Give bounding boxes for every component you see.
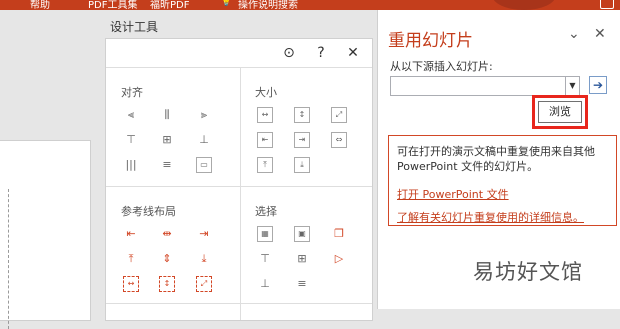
align-top-icon[interactable]: ⊤	[123, 132, 139, 148]
guide-center-h-icon[interactable]: ⇹	[159, 226, 175, 242]
tell-me-search[interactable]: 操作说明搜索	[238, 0, 298, 10]
guide-center-v-icon[interactable]: ⇕	[159, 251, 175, 267]
guide-right-icon[interactable]: ⇥	[196, 226, 212, 242]
placeholder-border	[0, 189, 9, 329]
guide-top-icon[interactable]: ⤒	[123, 251, 139, 267]
divider	[106, 186, 372, 187]
guide-left-icon[interactable]: ⇤	[123, 226, 139, 242]
match-bottom-height-icon[interactable]: ⤓	[294, 157, 310, 173]
align-right-icon[interactable]: ⫸	[196, 107, 212, 123]
align-bottom-icon[interactable]: ⊥	[196, 132, 212, 148]
align-left-icon[interactable]: ⫷	[123, 107, 139, 123]
divider	[240, 67, 241, 320]
same-height-icon[interactable]: ↕	[294, 107, 310, 123]
section-select: 选择	[255, 205, 277, 218]
watermark: 易坊好文馆	[473, 260, 583, 284]
design-tools-title: 设计工具	[110, 20, 159, 34]
select-cursor-icon[interactable]: ▷	[331, 251, 347, 267]
info-text: 可在打开的演示文稿中重复使用来自其他 PowerPoint 文件的幻灯片。	[397, 145, 595, 173]
guide-margin-h-icon[interactable]: ↔	[123, 276, 139, 292]
align-center-icon[interactable]: ⫼	[159, 107, 175, 123]
select-bottom-icon[interactable]: ⊥	[257, 276, 273, 292]
source-input[interactable]	[390, 76, 566, 96]
tab-help[interactable]: 帮助	[30, 0, 50, 10]
align-middle-icon[interactable]: ⊞	[159, 132, 175, 148]
tab-pdf-tools[interactable]: PDF工具集	[88, 0, 137, 10]
slide-workspace	[0, 10, 103, 329]
help-icon[interactable]: ?	[312, 44, 330, 62]
lightbulb-icon: 💡	[220, 0, 233, 7]
tab-foxit-pdf[interactable]: 福昕PDF	[150, 0, 189, 10]
section-align: 对齐	[121, 86, 143, 99]
select-middle-icon[interactable]: ⊞	[294, 251, 310, 267]
select-baseline-icon[interactable]: ≡	[294, 276, 310, 292]
design-tools-panel: 设计工具 ⊙ ? ✕ 对齐 ⫷ ⫼ ⫸ ⊤ ⊞ ⊥ ||| ≡ ▭ 大小 ↔ ↕…	[103, 10, 375, 321]
learn-more-link[interactable]: 了解有关幻灯片重复使用的详细信息。	[397, 209, 584, 225]
guide-margin-all-icon[interactable]: ⤢	[196, 276, 212, 292]
select-same-size-icon[interactable]: ▣	[294, 226, 310, 242]
stretch-width-icon[interactable]: ⇔	[331, 132, 347, 148]
arrow-right-icon[interactable]: ➔	[589, 76, 607, 94]
info-box: 可在打开的演示文稿中重复使用来自其他 PowerPoint 文件的幻灯片。 打开…	[388, 135, 617, 226]
distribute-vertical-icon[interactable]: ≡	[159, 157, 175, 173]
close-icon[interactable]: ✕	[594, 26, 606, 42]
same-width-icon[interactable]: ↔	[257, 107, 273, 123]
open-file-link[interactable]: 打开 PowerPoint 文件	[397, 186, 509, 202]
browse-button[interactable]: 浏览	[538, 101, 582, 123]
close-icon[interactable]: ✕	[344, 44, 362, 62]
guide-bottom-icon[interactable]: ⤓	[196, 251, 212, 267]
match-left-width-icon[interactable]: ⇤	[257, 132, 273, 148]
ribbon: 帮助 PDF工具集 福昕PDF 💡 操作说明搜索	[0, 0, 620, 10]
same-size-icon[interactable]: ⤢	[331, 107, 347, 123]
account-avatar[interactable]	[492, 0, 556, 10]
match-right-width-icon[interactable]: ⇥	[294, 132, 310, 148]
distribute-horizontal-icon[interactable]: |||	[123, 157, 139, 173]
section-guides: 参考线布局	[121, 205, 176, 218]
guide-margin-v-icon[interactable]: ↕	[159, 276, 175, 292]
reuse-slides-panel: 重用幻灯片 ⌄ ✕ 从以下源插入幻灯片: ▼ ➔ 浏览 可在打开的演示文稿中重复…	[377, 10, 620, 309]
source-dropdown-button[interactable]: ▼	[566, 76, 580, 96]
align-to-slide-icon[interactable]: ▭	[196, 157, 212, 173]
chevron-down-icon[interactable]: ⌄	[568, 26, 580, 42]
design-tools-body: ⊙ ? ✕ 对齐 ⫷ ⫼ ⫸ ⊤ ⊞ ⊥ ||| ≡ ▭ 大小 ↔ ↕ ⤢ ⇤ …	[105, 38, 373, 321]
source-label: 从以下源插入幻灯片:	[390, 60, 493, 73]
comment-icon[interactable]	[600, 0, 614, 9]
panel-title: 重用幻灯片	[388, 31, 473, 51]
select-top-icon[interactable]: ⊤	[257, 251, 273, 267]
select-same-type-icon[interactable]: ❐	[331, 226, 347, 242]
slide-canvas[interactable]	[0, 140, 91, 329]
select-same-fill-icon[interactable]: ▦	[257, 226, 273, 242]
divider	[106, 67, 372, 68]
target-icon[interactable]: ⊙	[280, 44, 298, 62]
divider	[106, 303, 372, 304]
section-size: 大小	[255, 86, 277, 99]
match-top-height-icon[interactable]: ⤒	[257, 157, 273, 173]
